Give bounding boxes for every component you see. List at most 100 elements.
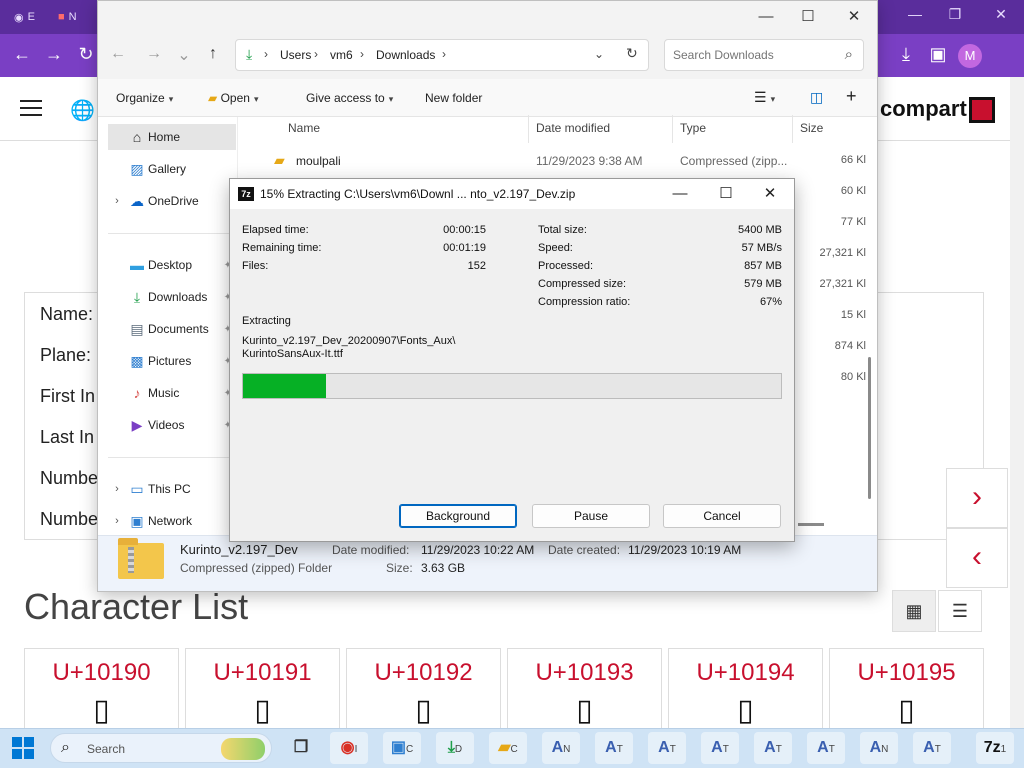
forward-arrow-icon[interactable]: →: [42, 44, 66, 65]
breadcrumb-item[interactable]: vm6: [330, 48, 353, 62]
globe-icon[interactable]: 🌐: [70, 98, 95, 123]
add-icon[interactable]: +: [846, 86, 857, 107]
avatar[interactable]: M: [958, 44, 982, 68]
details-pane-icon[interactable]: ◫: [810, 89, 823, 106]
maximize-icon[interactable]: ☐: [706, 182, 746, 206]
column-separator[interactable]: [528, 115, 529, 143]
chevron-down-icon: ▾: [388, 94, 394, 104]
column-header-type[interactable]: Type: [680, 121, 706, 135]
view-options-icon[interactable]: ☰ ▾: [754, 89, 775, 106]
refresh-icon[interactable]: ↻: [626, 45, 638, 62]
close-icon[interactable]: ✕: [750, 182, 790, 206]
breadcrumb-item[interactable]: Users: [280, 48, 311, 62]
nav-item-pictures[interactable]: ▩ Pictures ✦: [108, 348, 236, 374]
column-header-name[interactable]: Name: [288, 121, 320, 135]
character-card[interactable]: U+10190 ▯: [24, 648, 179, 738]
recent-locations-icon[interactable]: ⌄: [172, 45, 196, 65]
character-card[interactable]: U+10195 ▯: [829, 648, 984, 738]
minimize-icon[interactable]: —: [900, 6, 930, 22]
character-card[interactable]: U+10194 ▯: [668, 648, 823, 738]
taskbar-app-button[interactable]: AT: [754, 732, 792, 764]
nav-item-onedrive[interactable]: › ☁ OneDrive: [108, 188, 236, 214]
font-icon: A: [869, 739, 882, 756]
nav-item-downloads[interactable]: ⤓ Downloads ✦: [108, 284, 236, 310]
open-menu[interactable]: ▰ Open ▾: [208, 91, 258, 105]
address-bar[interactable]: ⤓ › Users › vm6 › Downloads › ⌄ ↻: [235, 39, 649, 71]
page-scrollbar[interactable]: [1010, 77, 1024, 728]
taskbar-app-button[interactable]: ⤓D: [436, 732, 474, 764]
new-folder-button[interactable]: New folder: [425, 91, 482, 105]
reload-icon[interactable]: ↻: [74, 44, 98, 65]
browser-tab[interactable]: ◉ E: [14, 6, 35, 28]
previous-arrow-button[interactable]: ‹: [946, 528, 1008, 588]
background-button[interactable]: Background: [399, 504, 517, 528]
next-arrow-button[interactable]: ›: [946, 468, 1008, 528]
taskbar-app-button[interactable]: ◉I: [330, 732, 368, 764]
gallery-icon: ▨: [130, 160, 144, 177]
nav-item-videos[interactable]: ▶ Videos ✦: [108, 412, 236, 438]
character-card[interactable]: U+10191 ▯: [185, 648, 340, 738]
nav-item-network[interactable]: › ▣ Network: [108, 508, 236, 534]
sidebar-icon[interactable]: ▣: [926, 44, 950, 65]
close-icon[interactable]: ✕: [986, 6, 1016, 23]
minimize-icon[interactable]: —: [746, 5, 786, 29]
download-icon[interactable]: ⤓: [894, 44, 918, 65]
taskbar-app-button[interactable]: AT: [807, 732, 845, 764]
nav-item-gallery[interactable]: ▨ Gallery: [108, 156, 236, 182]
minimize-icon[interactable]: —: [660, 182, 700, 206]
taskbar-app-button[interactable]: 7z1: [976, 732, 1014, 764]
search-input[interactable]: [673, 48, 833, 62]
maximize-icon[interactable]: ☐: [788, 5, 828, 29]
cancel-button[interactable]: Cancel: [663, 504, 781, 528]
back-arrow-icon[interactable]: ←: [106, 45, 130, 63]
character-card[interactable]: U+10193 ▯: [507, 648, 662, 738]
taskbar-app-button[interactable]: ▰C: [489, 732, 527, 764]
organize-menu[interactable]: Organize ▾: [116, 91, 173, 105]
close-icon[interactable]: ✕: [834, 5, 874, 29]
chevron-right-icon[interactable]: ›: [108, 483, 126, 495]
taskbar-app-button[interactable]: AT: [648, 732, 686, 764]
taskbar-app-button[interactable]: AN: [860, 732, 898, 764]
processed-value: 857 MB: [744, 260, 782, 272]
nav-item-music[interactable]: ♪ Music ✦: [108, 380, 236, 406]
back-arrow-icon[interactable]: ←: [10, 44, 34, 65]
column-header-date[interactable]: Date modified: [536, 121, 610, 135]
search-box[interactable]: ⌕: [664, 39, 864, 71]
current-file-name: KurintoSansAux-It.ttf: [242, 348, 343, 360]
taskbar-app-button[interactable]: AT: [701, 732, 739, 764]
taskbar-app-label: D: [454, 744, 463, 755]
chevron-down-icon[interactable]: ⌄: [594, 47, 604, 61]
breadcrumb-item[interactable]: Downloads: [376, 48, 435, 62]
taskbar-app-button[interactable]: AT: [913, 732, 951, 764]
taskbar-search[interactable]: ⌕ Search: [50, 733, 272, 763]
up-arrow-icon[interactable]: ↑: [201, 45, 225, 63]
nav-item-documents[interactable]: ▤ Documents ✦: [108, 316, 236, 342]
nav-item-this-pc[interactable]: › ▭ This PC: [108, 476, 236, 502]
restore-icon[interactable]: ❐: [940, 6, 970, 23]
taskbar-app-button[interactable]: ▣C: [383, 732, 421, 764]
column-separator[interactable]: [792, 115, 793, 143]
taskbar-app-button[interactable]: AN: [542, 732, 580, 764]
taskbar-app-button[interactable]: AT: [595, 732, 633, 764]
pause-button[interactable]: Pause: [532, 504, 650, 528]
info-label: Numbe: [40, 468, 99, 488]
hamburger-icon[interactable]: [20, 100, 42, 116]
task-view-icon[interactable]: ❐: [282, 732, 320, 764]
list-view-icon[interactable]: ☰: [938, 590, 982, 632]
grid-view-icon[interactable]: ▦: [892, 590, 936, 632]
character-card[interactable]: U+10192 ▯: [346, 648, 501, 738]
browser-tab[interactable]: ■ N: [58, 6, 77, 28]
vertical-scrollbar[interactable]: [868, 357, 871, 499]
give-access-menu[interactable]: Give access to ▾: [306, 91, 393, 105]
windows-start-icon[interactable]: [12, 737, 34, 759]
nav-item-desktop[interactable]: ▬ Desktop ✦: [108, 252, 236, 278]
column-header-size[interactable]: Size: [800, 121, 823, 135]
chevron-right-icon[interactable]: ›: [108, 195, 126, 207]
chevron-right-icon[interactable]: ›: [108, 515, 126, 527]
forward-arrow-icon[interactable]: →: [142, 45, 166, 63]
column-separator[interactable]: [672, 115, 673, 143]
horizontal-scrollbar[interactable]: [798, 523, 824, 526]
site-logo[interactable]: compart: [880, 96, 995, 124]
file-row[interactable]: ▰ moulpali 11/29/2023 9:38 AM Compressed…: [274, 149, 866, 173]
nav-item-home[interactable]: ⌂ Home: [108, 124, 236, 150]
